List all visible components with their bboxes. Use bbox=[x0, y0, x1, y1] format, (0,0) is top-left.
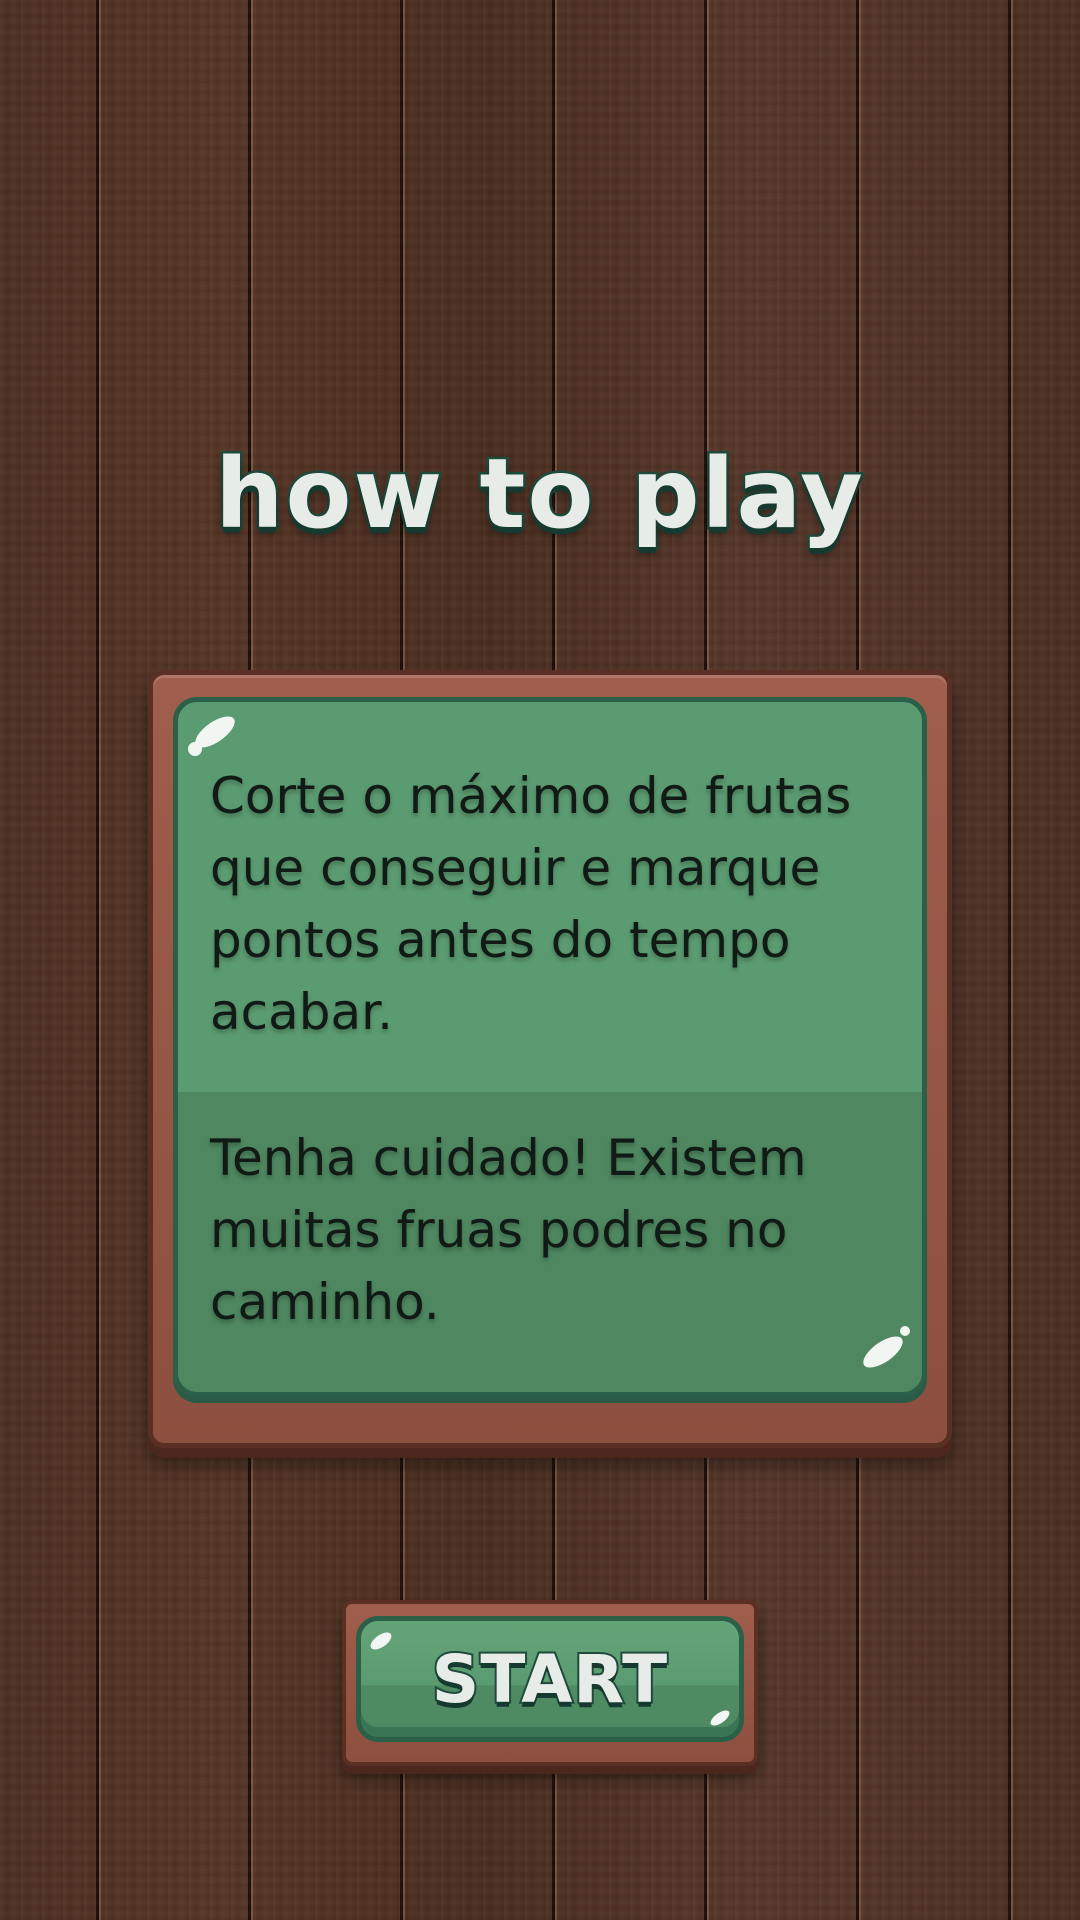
gloss-dot-icon bbox=[188, 742, 202, 756]
instructions-panel: Corte o máximo de frutas que conseguir e… bbox=[173, 697, 927, 1397]
how-to-play-screen: how to play Corte o máximo de frutas que… bbox=[0, 0, 1080, 1920]
start-button[interactable]: START bbox=[356, 1616, 744, 1742]
page-title: how to play bbox=[213, 436, 866, 553]
instruction-text-goal: Corte o máximo de frutas que conseguir e… bbox=[210, 767, 852, 1041]
start-button-frame[interactable]: START bbox=[342, 1600, 758, 1766]
instruction-text-warning: Tenha cuidado! Existem muitas fruas podr… bbox=[210, 1129, 807, 1331]
start-button-label: START bbox=[430, 1639, 669, 1720]
instructions-panel-frame: Corte o máximo de frutas que conseguir e… bbox=[148, 670, 952, 1448]
